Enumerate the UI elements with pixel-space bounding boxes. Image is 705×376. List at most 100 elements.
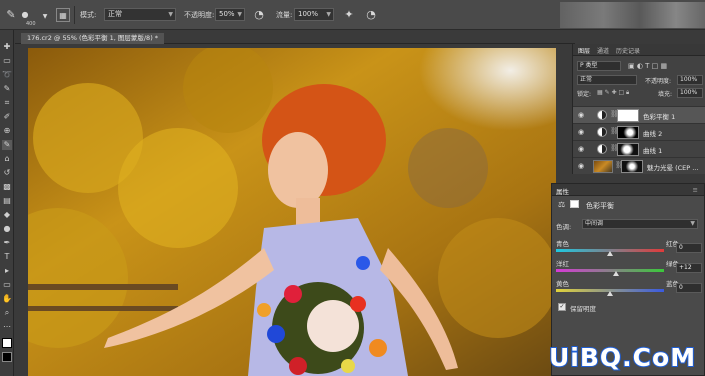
mode-value: 正常 [108,10,122,18]
layers-panel: 图层 通道 历史记录 P 类型 ▣ ◐ T □ ▦ 正常 不透明度: 100% … [572,44,705,174]
opacity-label: 不透明度: [184,11,215,19]
quick-select-tool-icon[interactable]: ✎ [2,84,12,94]
fill-value: 100% [680,89,698,96]
watermark-text: UiBQ.CoM [548,342,697,373]
slider-value-field[interactable]: 0 [676,243,702,253]
chevron-down-icon[interactable]: ▼ [38,10,52,24]
tone-label: 色调: [556,223,572,231]
opacity-value: 50% [219,10,235,18]
marquee-tool-icon[interactable]: ▭ [2,56,12,66]
layer-row[interactable]: ◉ ⛓︎ 曲线 1 [573,140,705,157]
preserve-luminosity-checkbox[interactable]: ✓ [558,303,566,311]
document-tab[interactable]: 176.cr2 @ 55% (色彩平衡 1, 图层蒙版/8) * [21,33,165,44]
layer-filter-select[interactable]: P 类型 [577,61,621,71]
blur-tool-icon[interactable]: ◆ [2,210,12,220]
clone-stamp-tool-icon[interactable]: ⌂ [2,154,12,164]
opacity-field[interactable]: 50% ▼ [215,8,245,21]
layer-mask-thumbnail[interactable] [621,160,643,173]
layer-mask-thumbnail[interactable] [617,143,639,156]
layer-opacity-field[interactable]: 100% [677,75,703,85]
canvas-image[interactable] [28,48,556,376]
slider-knob[interactable] [607,291,613,296]
tone-value: 中间调 [585,220,604,227]
eyedropper-tool-icon[interactable]: ✐ [2,112,12,122]
blend-mode-value: 正常 [580,76,593,83]
chevron-down-icon: ▼ [237,11,242,18]
layer-filter-icons[interactable]: ▣ ◐ T □ ▦ [628,62,667,73]
watermark: UiBQ.CoM [543,340,705,376]
color-balance-icon: ⚖︎ [558,200,566,209]
airbrush-icon[interactable]: ✦ [342,8,356,22]
brush-tool-icon[interactable]: ✎ [2,140,12,150]
layer-name: 色彩平衡 1 [643,113,676,121]
mode-select[interactable]: 正常 ▼ [104,8,176,21]
rectangle-tool-icon[interactable]: ▭ [2,280,12,290]
visibility-eye-icon[interactable]: ◉ [578,111,584,119]
layer-mask-thumbnail[interactable] [617,109,639,122]
layer-mask-thumbnail[interactable] [617,126,639,139]
healing-brush-tool-icon[interactable]: ⊕ [2,126,12,136]
layer-row[interactable]: ◉ ⛓︎ 曲线 2 [573,123,705,140]
mask-icon[interactable] [570,200,579,208]
flow-value: 100% [298,10,319,18]
brush-panel-toggle-icon[interactable]: ▦ [56,8,70,22]
layer-row[interactable]: ◉ ⛓︎ 色彩平衡 1 [573,106,705,123]
slider-left-label: 黄色 [556,280,569,288]
brush-tool-icon[interactable]: ✎ [4,8,18,22]
layer-image-thumbnail [593,160,613,173]
slider-knob[interactable] [607,251,613,256]
chevron-down-icon: ▼ [690,220,695,227]
type-tool-icon[interactable]: T [2,252,12,262]
layer-name: 魅力光晕 (CEP ... [647,164,699,172]
fill-field[interactable]: 100% [677,88,703,98]
slider-value-field[interactable]: +12 [676,263,702,273]
layer-row[interactable]: ◉ ⛓︎ 魅力光晕 (CEP ... [573,157,705,174]
adjustment-layer-icon [597,110,607,120]
blend-mode-select[interactable]: 正常 [577,75,637,85]
tone-select[interactable]: 中间调 ▼ [582,219,698,229]
slider-knob[interactable] [613,271,620,276]
fill-label: 填充: [658,91,673,98]
slider-value-field[interactable]: 0 [676,283,702,293]
lasso-tool-icon[interactable]: ➰ [2,70,12,80]
brush-preset-picker-icon[interactable]: ● [18,8,32,22]
eraser-tool-icon[interactable]: ▩ [2,182,12,192]
foreground-color-swatch[interactable] [2,338,12,348]
flow-field[interactable]: 100% ▼ [294,8,334,21]
chevron-down-icon: ▼ [168,11,173,18]
slider-track[interactable] [556,269,664,272]
crop-tool-icon[interactable]: ⌗ [2,98,12,108]
panel-menu-icon[interactable]: ≡ [693,186,698,194]
tab-channels[interactable]: 通道 [597,46,609,55]
visibility-eye-icon[interactable]: ◉ [578,145,584,153]
path-select-tool-icon[interactable]: ▸ [2,266,12,276]
dodge-tool-icon[interactable]: ● [2,224,12,234]
lock-icons[interactable]: ▦ ✎ ✚ □ 🔒︎ [597,89,629,100]
pressure-opacity-icon[interactable]: ◔ [252,8,266,22]
move-tool-icon[interactable]: ✚ [2,42,12,52]
flow-label: 流量: [276,11,293,19]
adjustment-name: 色彩平衡 [586,202,614,210]
tab-layers[interactable]: 图层 [578,46,590,55]
layer-opacity-label: 不透明度: [645,78,672,85]
gradient-tool-icon[interactable]: ▤ [2,196,12,206]
layer-name: 曲线 1 [643,147,663,155]
history-brush-tool-icon[interactable]: ↺ [2,168,12,178]
tools-panel: ✚ ▭ ➰ ✎ ⌗ ✐ ⊕ ✎ ⌂ ↺ ▩ ▤ ◆ ● ✒ T ▸ ▭ ✋ ⌕ … [0,30,14,376]
tab-history[interactable]: 历史记录 [616,46,640,55]
zoom-tool-icon[interactable]: ⌕ [2,308,12,318]
visibility-eye-icon[interactable]: ◉ [578,162,584,170]
divider [74,6,75,24]
properties-title: 属性 [556,188,569,196]
visibility-eye-icon[interactable]: ◉ [578,128,584,136]
photo-artwork [28,48,556,376]
pen-tool-icon[interactable]: ✒ [2,238,12,248]
adjustment-layer-icon [597,127,607,137]
background-color-swatch[interactable] [2,352,12,362]
more-tools-icon[interactable]: ⋯ [2,322,12,332]
layer-filter-value: P 类型 [580,62,598,69]
pressure-size-icon[interactable]: ◔ [364,8,378,22]
brush-size-readout: 400 [26,21,36,27]
slider-left-label: 青色 [556,240,569,248]
hand-tool-icon[interactable]: ✋ [2,294,12,304]
